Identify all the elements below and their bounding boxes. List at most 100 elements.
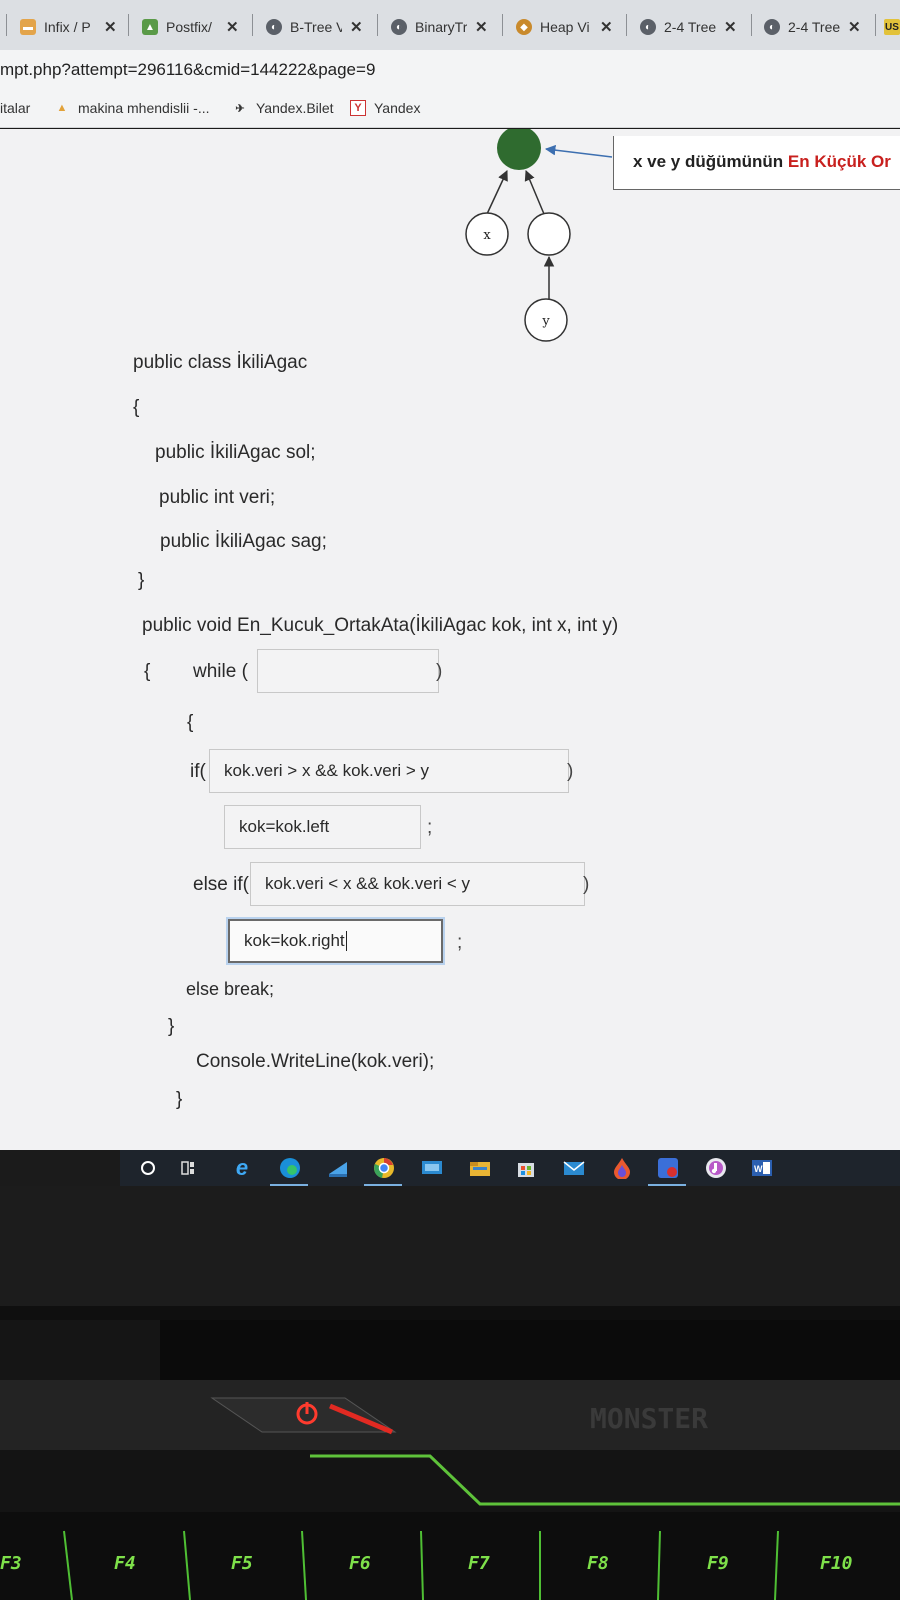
browser-tab-infix[interactable]: ▬ Infix / P ✕ [20,12,124,42]
tab-label: Infix / P [44,19,91,35]
tab-separator [128,14,129,36]
callout-text: x ve y düğümünün En Küçük Or [633,152,891,172]
function-key-f5[interactable]: F5 [231,1553,253,1574]
code-brace: } [138,570,145,591]
code-brace: { [187,712,194,733]
internet-explorer-icon[interactable]: e [230,1155,254,1180]
url-text[interactable]: mpt.php?attempt=296116&cmid=144222&page=… [0,60,375,80]
tab-label: 2-4 Tree [664,19,716,35]
code-semicolon: ; [427,817,433,838]
browser-tab-postfix[interactable]: ▲ Postfix/ ✕ [142,12,246,42]
answer-field-if-condition[interactable]: kok.veri > x && kok.veri > y [209,749,569,793]
answer-field-elseif-body[interactable]: kok=kok.right [228,919,443,963]
windows-taskbar: e W [120,1150,900,1186]
callout-highlight: En Küçük Or [787,152,891,171]
laptop-keyboard-deck: MONSTER [0,1186,900,1600]
function-key-f3[interactable]: F3 [0,1553,22,1574]
answer-field-elseif-condition[interactable]: kok.veri < x && kok.veri < y [250,862,585,906]
edge-browser-icon[interactable] [278,1156,302,1180]
code-brace: { [133,397,140,418]
code-semicolon: ; [457,932,463,953]
plane-icon: ✈ [235,102,245,115]
tab-favicon-icon: ▲ [142,19,158,35]
tab-close-icon[interactable]: ✕ [104,18,117,36]
function-key-f4[interactable]: F4 [114,1553,136,1574]
bookmark-item[interactable]: Y Yandex [350,100,420,116]
code-brace: } [176,1089,183,1110]
tab-label: BinaryTr [415,19,467,35]
edge-right-to-root [524,170,545,215]
node-y-label: y [541,314,550,329]
bookmark-label: Yandex.Bilet [256,100,334,116]
code-console-writeline: Console.WriteLine(kok.veri); [196,1051,435,1072]
function-key-f7[interactable]: F7 [468,1553,490,1574]
tab-separator [502,14,503,36]
monster-brand-logo: MONSTER [590,1402,708,1435]
node-right [527,212,571,256]
function-key-f8[interactable]: F8 [587,1553,609,1574]
browser-tab-binarytree[interactable]: ◐ BinaryTr ✕ [391,12,495,42]
answer-field-while-condition[interactable] [257,649,439,693]
bookmark-item[interactable]: ▲ makina mhendislii -... [54,100,210,116]
game-launcher-icon[interactable] [656,1156,680,1180]
store-icon[interactable] [514,1156,538,1180]
code-brace: { [144,661,151,682]
word-icon[interactable]: W [750,1156,774,1180]
address-bar[interactable]: mpt.php?attempt=296116&cmid=144222&page=… [0,50,900,92]
bookmark-item[interactable]: ✈ Yandex.Bilet [232,100,334,116]
answer-field-if-body[interactable]: kok=kok.left [224,805,421,849]
code-method-signature: public void En_Kucuk_OrtakAta(İkiliAgac … [142,615,619,636]
tab-label: Postfix/ [166,19,212,35]
task-view-icon[interactable] [178,1156,202,1180]
function-key-f6[interactable]: F6 [349,1553,371,1574]
code-paren: ) [436,661,443,682]
chrome-browser-icon[interactable] [372,1156,396,1180]
tab-separator [252,14,253,36]
tab-separator [751,14,752,36]
code-elseif-keyword: else if( [193,874,249,895]
bookmarks-bar: italar ▲ makina mhendislii -... ✈ Yandex… [0,92,900,128]
tab-favicon-icon: ▬ [20,19,36,35]
tab-close-icon[interactable]: ✕ [350,18,363,36]
browser-tab-24tree-2[interactable]: ◐ 2-4 Tree ✕ [764,12,868,42]
function-key-f9[interactable]: F9 [707,1553,729,1574]
cortana-search-icon[interactable] [136,1156,160,1180]
browser-tab-heap[interactable]: ◆ Heap Vi ✕ [516,12,620,42]
tab-close-icon[interactable]: ✕ [600,18,613,36]
browser-tab-24tree-1[interactable]: ◐ 2-4 Tree ✕ [640,12,744,42]
browser-tab-bar: ▬ Infix / P ✕ ▲ Postfix/ ✕ ◐ B-Tree V ✕ … [0,0,900,50]
globe-icon: ◐ [764,19,780,35]
text-caret [345,931,347,951]
code-else-break: else break; [186,979,275,999]
code-field-sag: public İkiliAgac sag; [160,531,327,552]
tab-separator [875,14,876,36]
globe-icon: ◐ [391,19,407,35]
browser-tab-btree[interactable]: ◐ B-Tree V ✕ [266,12,370,42]
code-brace: } [168,1016,175,1037]
tab-close-icon[interactable]: ✕ [848,18,861,36]
browser-tab-us[interactable]: US [884,12,900,42]
bookmark-label: Yandex [374,100,421,116]
function-key-f10[interactable]: F10 [820,1553,853,1574]
file-explorer-icon[interactable] [468,1156,492,1180]
paint-drop-icon[interactable] [610,1156,634,1180]
callout-prefix: x ve y düğümünün [633,152,784,171]
tab-favicon-icon: US [884,19,900,35]
tab-close-icon[interactable]: ✕ [724,18,737,36]
code-field-veri: public int veri; [159,487,276,508]
answer-field-value: kok=kok.right [244,931,345,950]
globe-icon: ◐ [640,19,656,35]
tab-favicon-icon: ◆ [516,19,532,35]
laptop-body: MONSTER [0,1186,900,1600]
tab-close-icon[interactable]: ✕ [475,18,488,36]
tab-separator [626,14,627,36]
edge-x-to-root [486,170,508,215]
file-transfer-icon[interactable] [326,1156,350,1180]
code-paren: ) [583,874,590,895]
bookmark-item[interactable]: italar [0,100,30,116]
mail-icon[interactable] [562,1156,586,1180]
callout-pointer [544,144,613,158]
monitor-app-icon[interactable] [420,1156,444,1180]
itunes-icon[interactable] [704,1156,728,1180]
tab-close-icon[interactable]: ✕ [226,18,239,36]
